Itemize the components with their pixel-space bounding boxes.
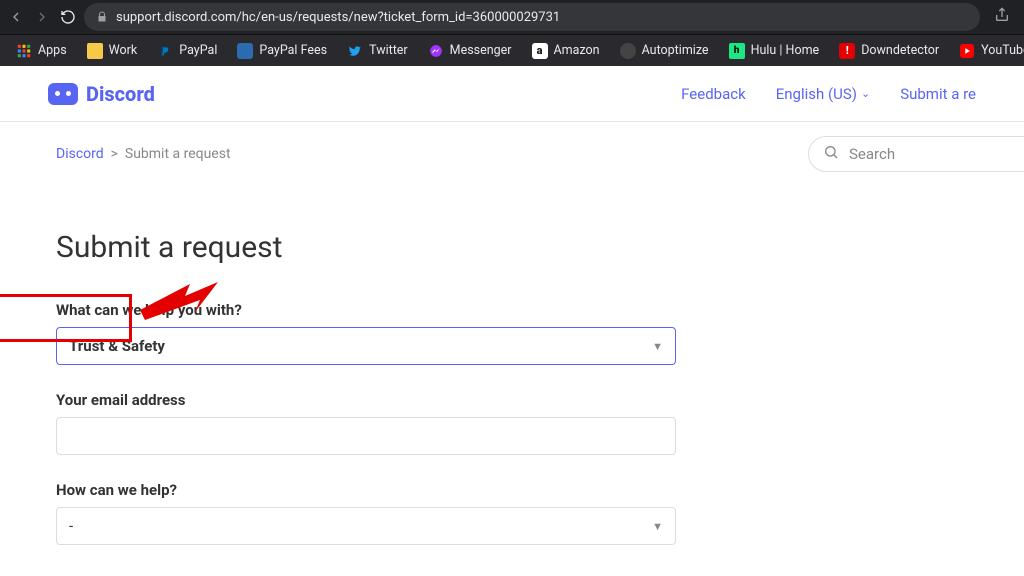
bookmark-autoptimize[interactable]: Autoptimize: [612, 39, 717, 63]
browser-toolbar: support.discord.com/hc/en-us/requests/ne…: [0, 0, 1024, 34]
hulu-icon: h: [729, 43, 745, 59]
bookmark-downdetector[interactable]: ! Downdetector: [831, 39, 947, 63]
search-placeholder: Search: [849, 145, 895, 163]
how-select[interactable]: - ▼: [56, 507, 676, 545]
email-input[interactable]: [56, 417, 676, 455]
field-label-email: Your email address: [56, 391, 704, 409]
header-links: Feedback English (US) ⌄ Submit a re: [681, 85, 976, 103]
autoptimize-icon: [620, 43, 636, 59]
form-area: Submit a request What can we help you wi…: [0, 186, 760, 561]
how-select-value: -: [69, 517, 73, 535]
twitter-icon: [347, 43, 363, 59]
paypal-icon: [157, 43, 173, 59]
bookmark-twitter[interactable]: Twitter: [339, 39, 416, 63]
breadcrumb-sep: >: [111, 146, 118, 162]
feedback-link[interactable]: Feedback: [681, 85, 746, 103]
field-label-topic: What can we help you with?: [56, 301, 704, 319]
search-icon: [823, 144, 839, 164]
topic-select-value: Trust & Safety: [69, 337, 165, 355]
bookmark-hulu[interactable]: h Hulu | Home: [721, 39, 828, 63]
address-bar[interactable]: support.discord.com/hc/en-us/requests/ne…: [84, 3, 980, 31]
url-text: support.discord.com/hc/en-us/requests/ne…: [116, 10, 560, 25]
bookmark-youtube[interactable]: YouTube: [951, 39, 1024, 63]
apps-icon: [16, 43, 32, 59]
bookmarks-bar: Apps Work PayPal PayPal Fees Twitter Mes…: [0, 34, 1024, 66]
lock-icon: [96, 11, 108, 23]
breadcrumb: Discord > Submit a request: [56, 146, 231, 162]
page-header: Discord Feedback English (US) ⌄ Submit a…: [0, 66, 1024, 122]
chevron-down-icon: ▼: [652, 520, 663, 533]
forward-icon[interactable]: [34, 9, 50, 25]
bookmark-label: YouTube: [981, 43, 1024, 58]
brand-text: Discord: [86, 82, 155, 106]
bookmark-amazon[interactable]: a Amazon: [524, 39, 608, 63]
breadcrumb-current: Submit a request: [125, 146, 231, 162]
page-title: Submit a request: [56, 230, 704, 265]
language-label: English (US): [776, 85, 857, 103]
bookmark-label: Autoptimize: [642, 43, 709, 58]
language-selector[interactable]: English (US) ⌄: [776, 85, 870, 103]
bookmark-apps[interactable]: Apps: [8, 39, 75, 63]
breadcrumb-root[interactable]: Discord: [56, 146, 104, 162]
chevron-down-icon: ⌄: [861, 87, 870, 100]
bookmark-label: Messenger: [450, 43, 512, 58]
bookmark-label: Downdetector: [861, 43, 939, 58]
subheader: Discord > Submit a request Search: [0, 122, 1024, 186]
chevron-down-icon: ▼: [652, 340, 663, 353]
messenger-icon: [428, 43, 444, 59]
bookmark-label: Work: [109, 43, 138, 58]
brand[interactable]: Discord: [48, 82, 155, 106]
downdetector-icon: !: [839, 43, 855, 59]
discord-logo-icon: [48, 83, 78, 105]
bookmark-label: Apps: [38, 43, 67, 58]
search-box[interactable]: Search: [808, 136, 1024, 172]
submit-request-link[interactable]: Submit a re: [900, 85, 976, 103]
paypal-fees-icon: [237, 43, 253, 59]
bookmark-label: PayPal Fees: [259, 43, 327, 58]
youtube-icon: [959, 43, 975, 59]
folder-icon: [87, 43, 103, 59]
bookmark-label: Amazon: [554, 43, 600, 58]
field-label-how: How can we help?: [56, 481, 704, 499]
browser-chrome: support.discord.com/hc/en-us/requests/ne…: [0, 0, 1024, 66]
back-icon[interactable]: [8, 9, 24, 25]
bookmark-paypal[interactable]: PayPal: [149, 39, 225, 63]
bookmark-work[interactable]: Work: [79, 39, 146, 63]
reload-icon[interactable]: [60, 9, 76, 25]
share-icon[interactable]: [988, 7, 1016, 27]
bookmark-label: Twitter: [369, 43, 408, 58]
bookmark-label: PayPal: [179, 43, 217, 58]
bookmark-label: Hulu | Home: [751, 43, 820, 58]
topic-select[interactable]: Trust & Safety ▼: [56, 327, 676, 365]
bookmark-messenger[interactable]: Messenger: [420, 39, 520, 63]
bookmark-paypal-fees[interactable]: PayPal Fees: [229, 39, 335, 63]
page: Discord Feedback English (US) ⌄ Submit a…: [0, 66, 1024, 561]
amazon-icon: a: [532, 43, 548, 59]
